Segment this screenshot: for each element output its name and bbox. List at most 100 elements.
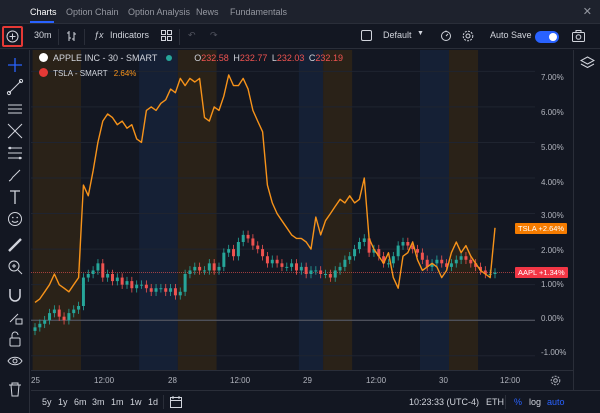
range-3m[interactable]: 3m: [92, 397, 105, 407]
interval-selector[interactable]: 30m: [34, 30, 52, 40]
range-5y[interactable]: 5y: [42, 397, 52, 407]
redo-icon[interactable]: ↷: [210, 30, 218, 41]
close-icon[interactable]: ✕: [583, 5, 592, 18]
emoji-icon[interactable]: [6, 210, 24, 228]
auto-scale-toggle[interactable]: auto: [547, 397, 565, 407]
brush-icon[interactable]: [6, 166, 24, 184]
aapl-candle: [57, 309, 61, 317]
aapl-candle: [91, 270, 95, 274]
tab-option-chain[interactable]: Option Chain: [66, 7, 119, 17]
aapl-candle: [232, 249, 236, 257]
trend-line-icon[interactable]: [6, 78, 24, 96]
add-symbol-button[interactable]: [2, 26, 23, 47]
aapl-candle: [314, 270, 318, 272]
x-tick-label: 28: [168, 376, 177, 385]
range-1y[interactable]: 1y: [58, 397, 68, 407]
x-tick-label: 30: [439, 376, 448, 385]
compare-change: 2.64%: [113, 69, 137, 78]
aapl-candle: [256, 245, 260, 250]
range-6m[interactable]: 6m: [74, 397, 87, 407]
aapl-candle: [469, 259, 473, 264]
chevron-down-icon[interactable]: ▼: [417, 30, 424, 37]
y-tick-label: 3.00%: [541, 211, 564, 220]
undo-icon[interactable]: ↶: [188, 30, 196, 41]
aapl-candle: [193, 266, 197, 271]
screenshot-icon[interactable]: [572, 30, 585, 44]
layers-icon[interactable]: [580, 56, 595, 70]
y-tick-label: 1.00%: [541, 280, 564, 289]
aapl-candle: [454, 259, 458, 264]
axis-settings-icon[interactable]: [550, 375, 561, 386]
main-symbol[interactable]: APPLE INC - 30 - SMART: [53, 53, 157, 63]
percent-scale-toggle[interactable]: %: [514, 397, 522, 407]
range-1w[interactable]: 1w: [130, 397, 142, 407]
eye-icon[interactable]: [6, 352, 24, 370]
aapl-candle: [130, 281, 134, 289]
time-axis[interactable]: 25 12:00 28 12:00 29 12:00 30 12:00: [31, 370, 573, 390]
aapl-candle: [207, 263, 211, 271]
session-toggle[interactable]: ETH: [486, 397, 504, 407]
log-scale-toggle[interactable]: log: [529, 397, 541, 407]
tab-option-analysis[interactable]: Option Analysis: [128, 7, 190, 17]
tab-fundamentals[interactable]: Fundamentals: [230, 7, 287, 17]
layout-icon[interactable]: [361, 30, 372, 43]
tab-charts[interactable]: Charts: [30, 7, 57, 17]
tesla-logo-icon: [39, 68, 48, 77]
quick-search-icon[interactable]: [440, 30, 452, 44]
y-tick-label: 4.00%: [541, 178, 564, 187]
aapl-candle: [338, 266, 342, 271]
chart-area[interactable]: [31, 50, 535, 370]
templates-icon[interactable]: [161, 30, 172, 43]
session-band: [323, 50, 353, 370]
aapl-candle: [33, 327, 37, 331]
horizontal-lines-icon[interactable]: [6, 100, 24, 118]
compare-symbol[interactable]: TSLA - SMART: [53, 69, 107, 78]
clock-time[interactable]: 10:23:33 (UTC-4): [409, 397, 479, 407]
pitchfork-icon[interactable]: [6, 122, 24, 140]
crosshair-icon[interactable]: [6, 56, 24, 74]
symbol-legend: APPLE INC - 30 - SMART O232.58 H232.77 L…: [39, 53, 343, 63]
magnet-icon[interactable]: [6, 286, 24, 304]
aapl-candle: [241, 234, 245, 242]
price-chart[interactable]: [31, 50, 535, 370]
aapl-candle: [348, 256, 352, 260]
aapl-candle: [188, 270, 192, 274]
indicators-icon[interactable]: ƒx: [94, 30, 104, 40]
lock-icon[interactable]: [6, 330, 24, 348]
aapl-candle: [275, 259, 279, 264]
lock-drawing-icon[interactable]: [6, 308, 24, 326]
aapl-candle: [120, 277, 124, 285]
aapl-candle: [357, 242, 361, 250]
price-axis[interactable]: 7.00% 6.00% 5.00% 4.00% 3.00% 2.00% 1.00…: [535, 50, 573, 370]
aapl-candle: [328, 274, 332, 278]
aapl-candle: [440, 259, 444, 264]
drawing-toolbar: [0, 50, 30, 413]
aapl-candle: [246, 234, 250, 239]
autosave-toggle[interactable]: [535, 31, 559, 43]
aapl-candle: [333, 270, 337, 278]
zoom-in-icon[interactable]: [6, 258, 24, 276]
chart-type-icon[interactable]: [66, 30, 78, 44]
trash-icon[interactable]: [6, 380, 24, 398]
fib-retracement-icon[interactable]: [6, 144, 24, 162]
calendar-goto-icon[interactable]: [170, 396, 182, 408]
aapl-candle: [62, 316, 66, 321]
indicators-button[interactable]: Indicators: [110, 30, 149, 40]
tab-news[interactable]: News: [196, 7, 219, 17]
ruler-icon[interactable]: [6, 236, 24, 254]
aapl-candle: [164, 288, 168, 292]
compare-legend: TSLA - SMART 2.64%: [39, 68, 136, 78]
aapl-candle: [198, 266, 202, 271]
layout-name[interactable]: Default: [383, 30, 412, 40]
aapl-candle: [72, 309, 76, 314]
aapl-candle: [38, 323, 42, 328]
settings-gear-icon[interactable]: [462, 30, 474, 44]
aapl-candle: [304, 266, 308, 274]
right-sidebar: [573, 50, 600, 390]
active-tab-indicator: [30, 21, 54, 23]
aapl-candle: [52, 309, 56, 314]
text-tool-icon[interactable]: [6, 188, 24, 206]
range-1d[interactable]: 1d: [148, 397, 158, 407]
aapl-candle: [309, 270, 313, 274]
range-1m[interactable]: 1m: [111, 397, 124, 407]
